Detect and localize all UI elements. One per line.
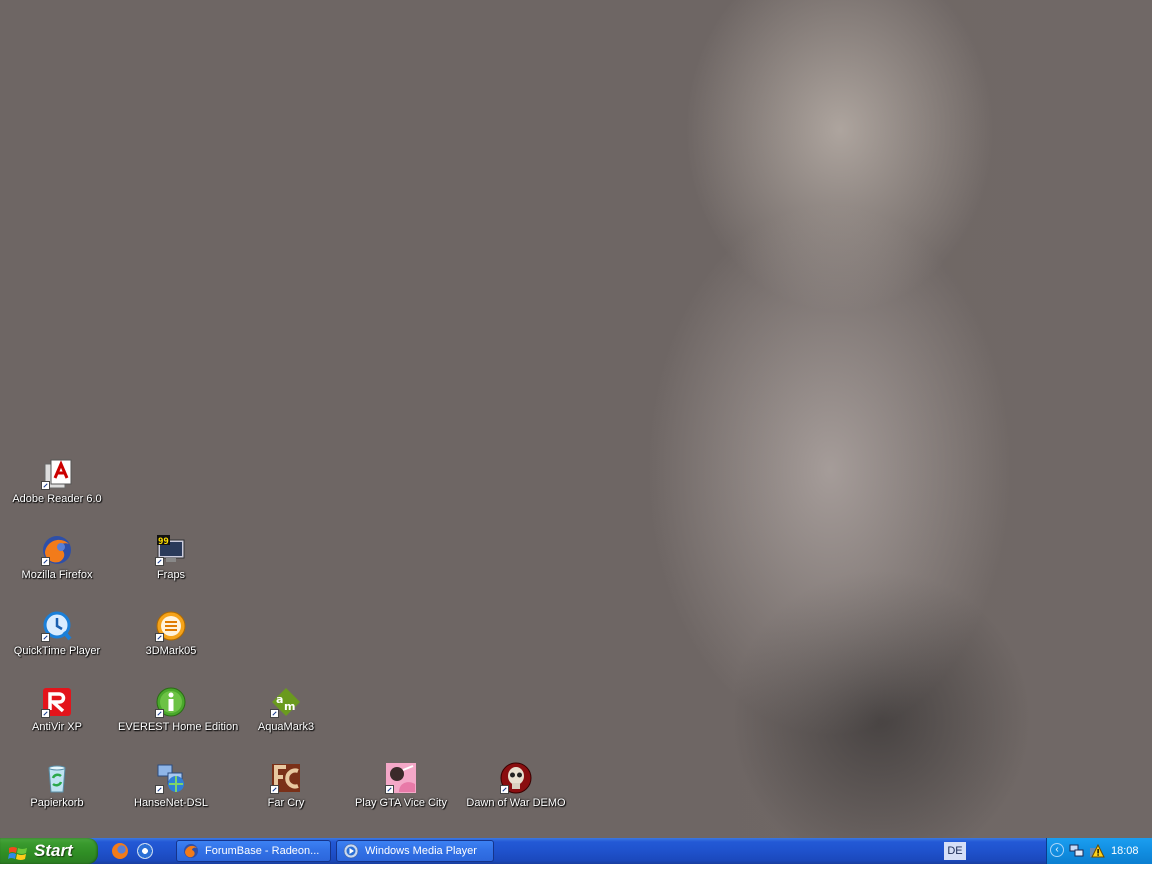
svg-text:99: 99 [158, 537, 169, 547]
clock[interactable]: 18:08 [1111, 838, 1139, 864]
icon-label: Fraps [156, 569, 186, 581]
quick-launch-firefox-icon[interactable] [112, 843, 128, 859]
windows-flag-icon [8, 843, 28, 869]
system-tray: ‹ 18:08 [1046, 838, 1152, 864]
firefox-icon [183, 843, 199, 859]
task-label: Windows Media Player [365, 845, 477, 857]
icon-label: HanseNet-DSL [134, 797, 208, 809]
quick-launch-media-player-icon[interactable] [137, 843, 153, 859]
start-label: Start [34, 841, 73, 860]
everest-icon [155, 686, 187, 718]
adobe-reader-icon [41, 458, 73, 490]
desktop-icon-3dmark05[interactable]: 3DMark05 [118, 610, 224, 670]
desktop-icon-mozilla-firefox[interactable]: Mozilla Firefox [4, 534, 110, 594]
aquamark-icon: am [270, 686, 302, 718]
desktop-icon-hansenet-dsl[interactable]: HanseNet-DSL [118, 762, 224, 822]
3dmark-icon [155, 610, 187, 642]
icon-label: Papierkorb [30, 797, 84, 809]
desktop-icon-adobe-reader[interactable]: Adobe Reader 6.0 [4, 458, 110, 518]
desktop-icon-papierkorb[interactable]: Papierkorb [4, 762, 110, 822]
icon-label: 3DMark05 [145, 645, 197, 657]
chevron-left-icon[interactable]: ‹ [1050, 843, 1064, 857]
firefox-icon [41, 534, 73, 566]
language-indicator[interactable]: DE [944, 842, 966, 860]
svg-text:m: m [284, 700, 295, 713]
dawn-of-war-icon [500, 762, 532, 794]
icon-label: Far Cry [267, 797, 305, 809]
svg-text:a: a [276, 693, 283, 706]
warning-tray-icon[interactable] [1089, 843, 1105, 864]
far-cry-icon [270, 762, 302, 794]
desktop-icon-everest-home-edition[interactable]: EVEREST Home Edition [118, 686, 239, 746]
icon-label: Play GTA Vice City [355, 797, 447, 809]
start-button[interactable]: Start [0, 838, 98, 864]
desktop-icon-dawn-of-war-demo[interactable]: Dawn of War DEMO [463, 762, 569, 822]
antivir-icon [41, 686, 73, 718]
desktop-icon-quicktime-player[interactable]: QuickTime Player [4, 610, 110, 670]
desktop-icon-fraps[interactable]: 99 Fraps [118, 534, 224, 594]
desktop-icon-aquamark3[interactable]: am AquaMark3 [233, 686, 339, 746]
gta-vice-city-icon [385, 762, 417, 794]
desktop[interactable]: Adobe Reader 6.0 Mozilla Firefox 99 Frap… [0, 0, 1152, 838]
desktop-icon-antivir-xp[interactable]: AntiVir XP [4, 686, 110, 746]
icon-label: Mozilla Firefox [21, 569, 93, 581]
taskbar-button-forumbase[interactable]: ForumBase - Radeon... [176, 840, 331, 862]
taskbar-button-windows-media-player[interactable]: Windows Media Player [336, 840, 494, 862]
network-connection-icon [155, 762, 187, 794]
taskbar: Start ForumBase - Radeon... Windows Medi… [0, 838, 1152, 864]
recycle-bin-icon [41, 762, 73, 794]
icon-label: AntiVir XP [32, 721, 82, 733]
desktop-icon-far-cry[interactable]: Far Cry [233, 762, 339, 822]
desktop-icon-play-gta-vice-city[interactable]: Play GTA Vice City [348, 762, 454, 822]
fraps-icon: 99 [155, 534, 187, 566]
icon-label: Dawn of War DEMO [466, 797, 566, 809]
network-tray-icon[interactable] [1069, 843, 1085, 864]
media-player-icon [343, 843, 359, 859]
task-label: ForumBase - Radeon... [205, 845, 320, 857]
icon-label: Adobe Reader 6.0 [12, 493, 102, 505]
icon-label: AquaMark3 [257, 721, 315, 733]
quicktime-icon [41, 610, 73, 642]
icon-label: QuickTime Player [13, 645, 101, 657]
icon-label: EVEREST Home Edition [118, 721, 239, 733]
